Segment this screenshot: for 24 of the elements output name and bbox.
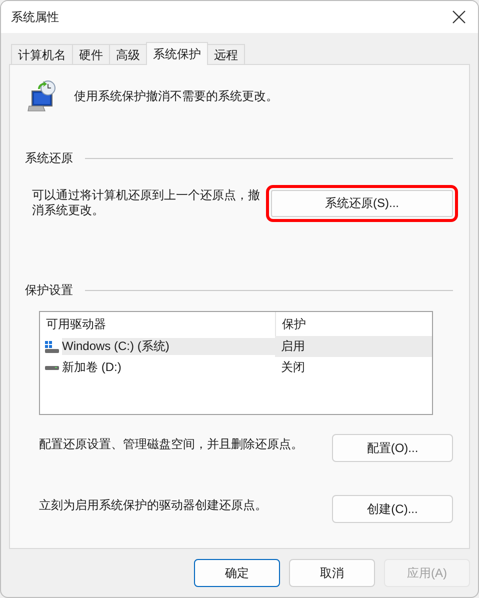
protection-status: 启用	[275, 336, 432, 357]
system-drive-icon	[45, 340, 59, 352]
tab[interactable]: 硬件	[72, 44, 110, 64]
tab[interactable]: 远程	[207, 44, 245, 64]
group-title: 系统还原	[25, 150, 73, 167]
dialog-button[interactable]: 确定	[194, 559, 280, 587]
drive-name[interactable]: 新加卷 (D:)	[62, 359, 275, 376]
restore-description: 可以通过将计算机还原到上一个还原点，撤消系统更改。	[32, 188, 261, 218]
tab[interactable]: 计算机名	[11, 44, 73, 64]
action-description: 立刻为启用系统保护的驱动器创建还原点。	[39, 497, 267, 514]
dialog-button[interactable]: 取消	[289, 559, 375, 587]
column-header[interactable]: 可用驱动器	[40, 316, 275, 332]
description-text: 使用系统保护撤消不需要的系统更改。	[74, 88, 278, 104]
computer-restore-icon	[26, 79, 58, 113]
drive-icon	[45, 366, 59, 370]
tab[interactable]: 系统保护	[146, 42, 208, 65]
window-title: 系统属性	[11, 8, 59, 26]
action-description: 配置还原设置、管理磁盘空间，并且删除还原点。	[39, 436, 303, 453]
drive-name[interactable]: Windows (C:) (系统)	[62, 338, 275, 355]
create-button[interactable]: 创建(C)...	[332, 495, 453, 523]
group-title: 保护设置	[25, 282, 73, 299]
protection-status: 关闭	[280, 359, 306, 376]
configure-button[interactable]: 配置(O)...	[332, 434, 453, 462]
close-icon[interactable]	[452, 10, 466, 24]
